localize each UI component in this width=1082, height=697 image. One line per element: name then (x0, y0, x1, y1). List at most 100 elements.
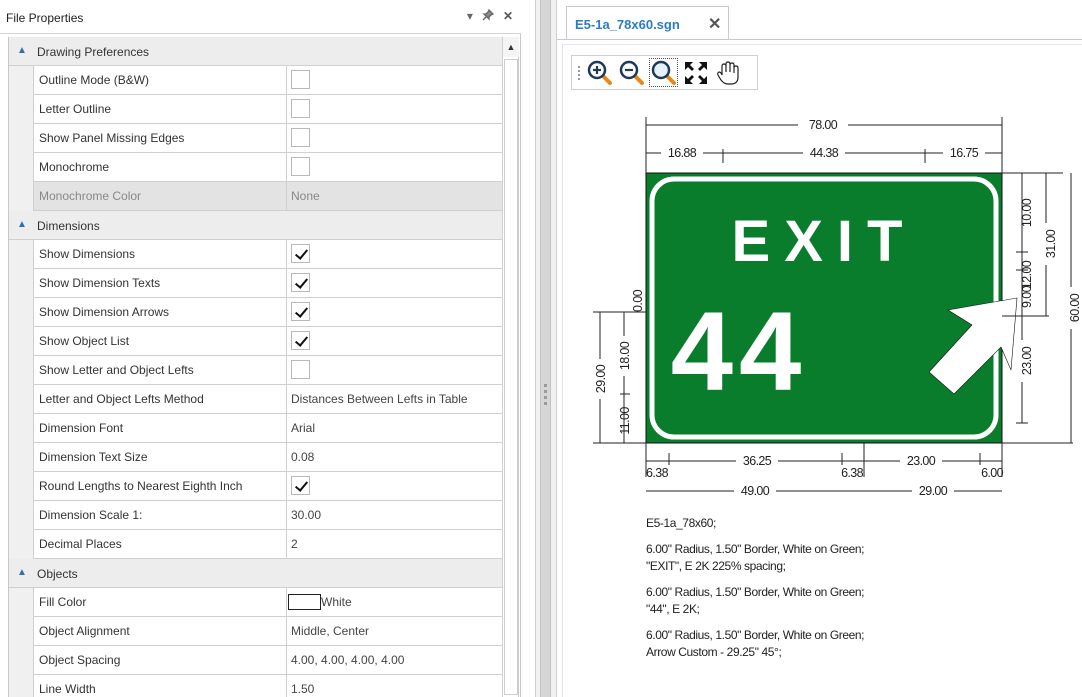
property-value[interactable]: 4.00, 4.00, 4.00, 4.00 (287, 646, 502, 674)
property-name: Fill Color (33, 588, 287, 616)
category-label: Dimensions (37, 219, 100, 233)
property-checkbox[interactable] (291, 157, 310, 176)
dim-right-23: 23.00 (1020, 346, 1034, 375)
tab-close-icon[interactable]: ✕ (708, 14, 721, 34)
property-value[interactable] (287, 298, 502, 326)
property-grid: ▲ Drawing Preferences Outline Mode (B&W) Le… (8, 37, 502, 697)
property-name: Show Dimension Arrows (33, 298, 287, 326)
collapse-chevron-icon[interactable]: ▲ (17, 45, 27, 56)
property-value[interactable]: 30.00 (287, 501, 502, 529)
dim-bottom-36-25: 36.25 (743, 454, 772, 468)
category-objects[interactable]: ▲ Objects (9, 559, 502, 588)
close-icon[interactable]: ✕ (503, 9, 513, 24)
category-label: Objects (37, 567, 78, 581)
property-row[interactable]: Object Spacing 4.00, 4.00, 4.00, 4.00 (33, 646, 502, 675)
property-value[interactable] (287, 240, 502, 268)
property-checkbox[interactable] (291, 476, 310, 495)
tab-label[interactable]: E5-1a_78x60.sgn (575, 17, 680, 32)
property-row[interactable]: Show Panel Missing Edges (33, 124, 502, 153)
property-row[interactable]: Monochrome (33, 153, 502, 182)
splitter-grip-icon (544, 384, 547, 408)
property-value[interactable]: Distances Between Lefts in Table (287, 385, 502, 413)
vertical-scrollbar[interactable]: ▲ (502, 37, 519, 697)
property-checkbox[interactable] (291, 302, 310, 321)
property-value[interactable]: Arial (287, 414, 502, 442)
dim-bottom-6-38a: 6.38 (646, 466, 669, 480)
dim-bottom-6-38b: 6.38 (841, 466, 864, 480)
drawing-canvas[interactable]: EXIT 44 78.00 16.88 44.38 16.75 10.00 12… (562, 44, 1082, 697)
object-list: E5-1a_78x60; 6.00" Radius, 1.50" Border, … (646, 515, 865, 670)
dim-right-10: 10.00 (1020, 198, 1034, 227)
tab-document[interactable]: E5-1a_78x60.sgn ✕ (566, 6, 729, 40)
property-row[interactable]: Decimal Places 2 (33, 530, 502, 559)
object-list-line: E5-1a_78x60; (646, 516, 716, 530)
property-value[interactable]: White (287, 588, 502, 616)
color-name: White (321, 595, 352, 609)
property-row[interactable]: Show Dimensions (33, 240, 502, 269)
dim-bottom-49: 49.00 (741, 484, 770, 498)
property-name: Dimension Text Size (33, 443, 287, 471)
sign[interactable]: EXIT 44 (645, 172, 1018, 444)
property-row[interactable]: Monochrome Color None (33, 182, 502, 211)
property-checkbox[interactable] (291, 128, 310, 147)
property-row[interactable]: Round Lengths to Nearest Eighth Inch (33, 472, 502, 501)
property-row[interactable]: Line Width 1.50 (33, 675, 502, 697)
property-value[interactable] (287, 66, 502, 94)
file-properties-panel: File Properties ▾ ✕ ▲ Drawing Preferences… (0, 0, 521, 697)
object-list-entry: 6.00" Radius, 1.50" Border, White on Gre… (646, 584, 865, 618)
property-checkbox[interactable] (291, 331, 310, 350)
property-value[interactable]: 0.08 (287, 443, 502, 471)
property-row[interactable]: Show Dimension Texts (33, 269, 502, 298)
property-value[interactable]: 2 (287, 530, 502, 558)
pin-icon[interactable] (482, 8, 495, 24)
color-swatch[interactable] (288, 593, 321, 610)
object-list-line: 6.00" Radius, 1.50" Border, White on Gre… (646, 628, 865, 642)
sign-drawing: EXIT 44 78.00 16.88 44.38 16.75 10.00 12… (593, 117, 1082, 498)
dim-left-18: 18.00 (618, 341, 632, 370)
dim-top-right: 16.75 (950, 146, 979, 160)
category-dimensions[interactable]: ▲ Dimensions (9, 211, 502, 240)
property-row[interactable]: Letter Outline (33, 95, 502, 124)
property-name: Dimension Font (33, 414, 287, 442)
property-checkbox[interactable] (291, 70, 310, 89)
property-name: Letter Outline (33, 95, 287, 123)
property-row[interactable]: Outline Mode (B&W) (33, 66, 502, 95)
collapse-chevron-icon[interactable]: ▲ (17, 219, 27, 230)
property-value[interactable] (287, 124, 502, 152)
dropdown-icon[interactable]: ▾ (467, 9, 473, 24)
property-checkbox[interactable] (291, 273, 310, 292)
property-row[interactable]: Dimension Text Size 0.08 (33, 443, 502, 472)
property-row[interactable]: Object Alignment Middle, Center (33, 617, 502, 646)
property-checkbox[interactable] (291, 244, 310, 263)
property-value[interactable]: Middle, Center (287, 617, 502, 645)
property-row[interactable]: Letter and Object Lefts Method Distances … (33, 385, 502, 414)
drawing-panel: E5-1a_78x60.sgn ✕ EXIT 44 78.00 16.88 44… (557, 0, 1082, 697)
property-row[interactable]: Dimension Font Arial (33, 414, 502, 443)
property-value[interactable] (287, 472, 502, 500)
property-value[interactable]: None (287, 182, 502, 210)
property-value[interactable] (287, 356, 502, 384)
property-value[interactable] (287, 153, 502, 181)
property-value[interactable] (287, 95, 502, 123)
category-label: Drawing Preferences (37, 45, 150, 59)
property-name: Round Lengths to Nearest Eighth Inch (33, 472, 287, 500)
property-name: Outline Mode (B&W) (33, 66, 287, 94)
property-row[interactable]: Show Object List (33, 327, 502, 356)
dim-top-left: 16.88 (668, 146, 697, 160)
property-row[interactable]: Show Dimension Arrows (33, 298, 502, 327)
property-value[interactable] (287, 327, 502, 355)
category-drawing-preferences[interactable]: ▲ Drawing Preferences (9, 37, 502, 66)
scroll-up-icon[interactable]: ▲ (503, 37, 519, 57)
panel-splitter[interactable] (535, 0, 557, 697)
property-row[interactable]: Dimension Scale 1: 30.00 (33, 501, 502, 530)
dim-right-31: 31.00 (1044, 229, 1058, 258)
property-checkbox[interactable] (291, 99, 310, 118)
collapse-chevron-icon[interactable]: ▲ (17, 567, 27, 578)
property-row[interactable]: Fill Color White (33, 588, 502, 617)
property-checkbox[interactable] (291, 360, 310, 379)
splitter-bar[interactable] (540, 0, 551, 697)
property-value[interactable]: 1.50 (287, 675, 502, 697)
property-value[interactable] (287, 269, 502, 297)
property-row[interactable]: Show Letter and Object Lefts (33, 356, 502, 385)
scroll-thumb[interactable] (504, 59, 518, 695)
